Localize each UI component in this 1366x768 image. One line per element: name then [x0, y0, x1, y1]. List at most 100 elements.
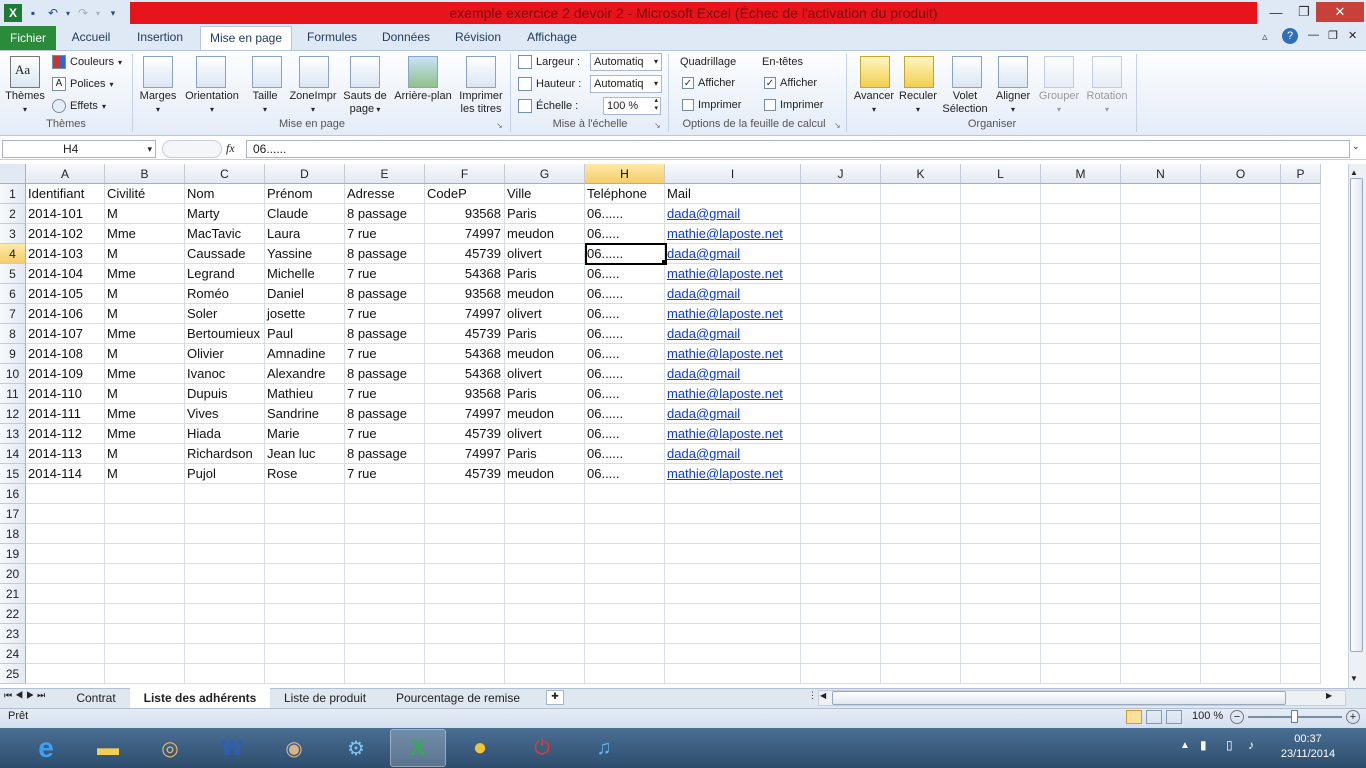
cell[interactable]: [801, 324, 881, 344]
cell[interactable]: 7 rue: [345, 384, 425, 404]
cell[interactable]: [1041, 384, 1121, 404]
cell[interactable]: [185, 624, 265, 644]
cell[interactable]: [1121, 244, 1201, 264]
cell[interactable]: Ivanoc: [185, 364, 265, 384]
column-header-b[interactable]: B: [105, 164, 185, 184]
cell[interactable]: [801, 284, 881, 304]
cell[interactable]: dada@gmail: [665, 204, 801, 224]
cell[interactable]: [425, 644, 505, 664]
cell[interactable]: [961, 524, 1041, 544]
cell[interactable]: [185, 644, 265, 664]
cell[interactable]: [1041, 604, 1121, 624]
cell[interactable]: [1281, 524, 1321, 544]
imprimer-titres-button[interactable]: Imprimer les titres: [456, 90, 506, 116]
cell[interactable]: Mathieu: [265, 384, 345, 404]
cell[interactable]: [505, 624, 585, 644]
cell[interactable]: [1201, 484, 1281, 504]
row-header[interactable]: 21: [0, 584, 26, 604]
cell[interactable]: 06......: [585, 324, 665, 344]
cell[interactable]: [585, 564, 665, 584]
cell[interactable]: [1201, 204, 1281, 224]
row-header[interactable]: 4: [0, 244, 26, 264]
zoom-slider-thumb[interactable]: [1291, 710, 1298, 723]
cell[interactable]: [665, 484, 801, 504]
cell[interactable]: [1201, 504, 1281, 524]
cell[interactable]: 8 passage: [345, 404, 425, 424]
cell[interactable]: [505, 644, 585, 664]
cell[interactable]: [185, 584, 265, 604]
customize-qat-icon[interactable]: ▾: [104, 4, 122, 22]
cell[interactable]: 74997: [425, 404, 505, 424]
cell[interactable]: [1281, 624, 1321, 644]
cell[interactable]: 93568: [425, 384, 505, 404]
zoom-level[interactable]: 100 %: [1192, 710, 1223, 722]
cell[interactable]: [801, 664, 881, 684]
cell[interactable]: [961, 624, 1041, 644]
column-header-j[interactable]: J: [801, 164, 881, 184]
cell[interactable]: Roméo: [185, 284, 265, 304]
tab-fichier[interactable]: Fichier: [0, 26, 56, 50]
cell[interactable]: meudon: [505, 284, 585, 304]
row-header[interactable]: 12: [0, 404, 26, 424]
undo-icon[interactable]: ↶: [44, 4, 62, 22]
scroll-up-icon[interactable]: ▲: [1350, 168, 1358, 177]
cell[interactable]: [1281, 504, 1321, 524]
cell[interactable]: [1041, 444, 1121, 464]
cell[interactable]: 45739: [425, 244, 505, 264]
cell[interactable]: [1201, 324, 1281, 344]
column-header-p[interactable]: P: [1281, 164, 1321, 184]
column-header-e[interactable]: E: [345, 164, 425, 184]
avancer-button[interactable]: Avancer ▾: [852, 90, 896, 116]
cell[interactable]: [961, 224, 1041, 244]
cell[interactable]: [1201, 364, 1281, 384]
cell[interactable]: 06......: [585, 204, 665, 224]
cell[interactable]: 2014-103: [26, 244, 105, 264]
cell[interactable]: Olivier: [185, 344, 265, 364]
cell[interactable]: [881, 364, 961, 384]
cell[interactable]: 54368: [425, 344, 505, 364]
cell[interactable]: [881, 624, 961, 644]
cell[interactable]: mathie@laposte.net: [665, 384, 801, 404]
cell[interactable]: Richardson: [185, 444, 265, 464]
cell[interactable]: [505, 484, 585, 504]
insert-function-icon[interactable]: fx: [226, 141, 235, 156]
chrome-icon[interactable]: ●: [452, 729, 508, 767]
cell[interactable]: 7 rue: [345, 424, 425, 444]
tab-revision[interactable]: Révision: [446, 26, 510, 50]
cell[interactable]: Bertoumieux: [185, 324, 265, 344]
cell[interactable]: Teléphone: [585, 184, 665, 204]
cell[interactable]: 8 passage: [345, 444, 425, 464]
cell[interactable]: [1041, 284, 1121, 304]
cell[interactable]: M: [105, 244, 185, 264]
cell[interactable]: 45739: [425, 464, 505, 484]
row-header[interactable]: 20: [0, 564, 26, 584]
row-header[interactable]: 24: [0, 644, 26, 664]
cell[interactable]: [1281, 264, 1321, 284]
cell[interactable]: [1201, 424, 1281, 444]
cell[interactable]: Mme: [105, 224, 185, 244]
cell[interactable]: dada@gmail: [665, 324, 801, 344]
cell[interactable]: [585, 484, 665, 504]
cell[interactable]: [1201, 344, 1281, 364]
scroll-down-icon[interactable]: ▼: [1350, 674, 1358, 683]
cell[interactable]: meudon: [505, 344, 585, 364]
cell[interactable]: [1041, 484, 1121, 504]
cell[interactable]: [425, 544, 505, 564]
cell[interactable]: [1201, 404, 1281, 424]
cell[interactable]: [265, 564, 345, 584]
reculer-button[interactable]: Reculer ▾: [896, 90, 940, 116]
cell[interactable]: olivert: [505, 424, 585, 444]
cell[interactable]: [585, 624, 665, 644]
zoom-out-icon[interactable]: −: [1230, 710, 1244, 724]
cell[interactable]: [1201, 624, 1281, 644]
cell[interactable]: [105, 584, 185, 604]
row-header[interactable]: 9: [0, 344, 26, 364]
cell[interactable]: [1041, 624, 1121, 644]
cell[interactable]: [961, 424, 1041, 444]
cell[interactable]: CodeP: [425, 184, 505, 204]
cell[interactable]: [1041, 464, 1121, 484]
cell[interactable]: dada@gmail: [665, 284, 801, 304]
cell[interactable]: [505, 584, 585, 604]
cell[interactable]: 93568: [425, 204, 505, 224]
row-header[interactable]: 11: [0, 384, 26, 404]
